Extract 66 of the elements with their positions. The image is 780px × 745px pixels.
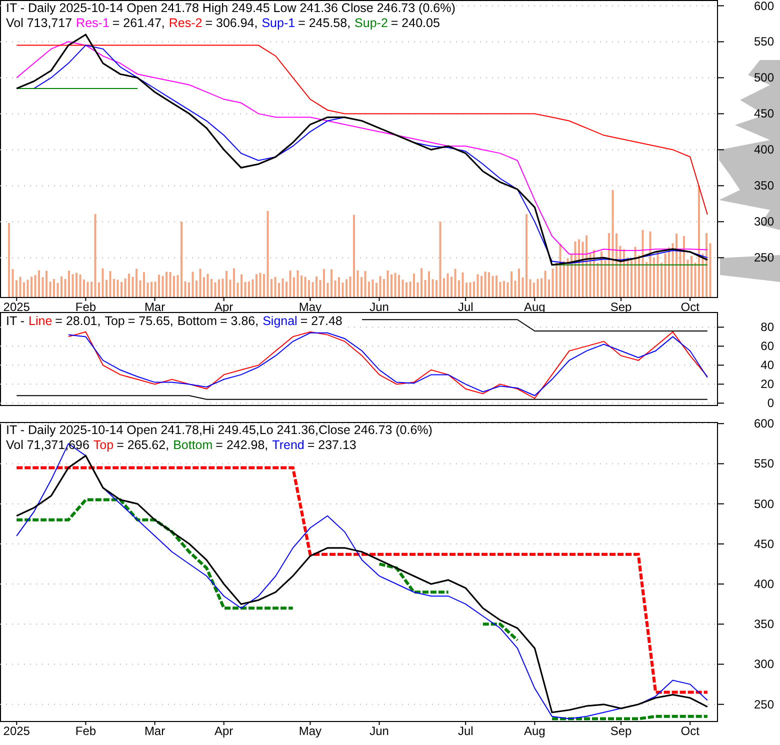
legend-label: Top bbox=[104, 314, 125, 328]
volume-label: Vol 713,717 bbox=[6, 16, 72, 30]
legend-value: = 75.65, bbox=[128, 314, 174, 328]
axis-label: 600 bbox=[754, 0, 774, 13]
axis-label: Apr bbox=[214, 724, 234, 738]
axis-label: 450 bbox=[754, 106, 774, 121]
axis-label: Jun bbox=[370, 300, 389, 314]
axis-label: 60 bbox=[760, 339, 774, 354]
axis-label: Jun bbox=[370, 724, 389, 738]
axis-label: Mar bbox=[144, 724, 166, 738]
axis-label: Aug bbox=[524, 724, 546, 738]
axis-label: 450 bbox=[754, 536, 774, 551]
chart-title: IT - Daily 2025-10-14 Open 241.78,Hi 249.45,Lo 241.36,Close 246.73 (0.6%) bbox=[6, 423, 432, 438]
legend-label: Res-1 bbox=[76, 16, 110, 30]
axis-label: Jul bbox=[458, 300, 474, 314]
axis-label: 0 bbox=[767, 396, 774, 410]
axis-label: 350 bbox=[754, 617, 774, 632]
axis-label: 350 bbox=[754, 178, 774, 193]
legend-value: = 27.48 bbox=[300, 314, 342, 328]
axis-label: 300 bbox=[754, 214, 774, 229]
legend-value: = 237.13 bbox=[307, 438, 356, 452]
legend-value: = 265.62, bbox=[116, 438, 170, 452]
axis-label: Oct bbox=[680, 300, 700, 314]
axis-label: 400 bbox=[754, 142, 774, 157]
axis-label: Feb bbox=[75, 300, 96, 314]
axis-label: Feb bbox=[75, 724, 96, 738]
axis-label: Oct bbox=[680, 724, 700, 738]
axis-label: 2025 bbox=[3, 724, 30, 738]
axis-label: 80 bbox=[760, 320, 774, 334]
axis-label: 20 bbox=[760, 377, 774, 392]
legend-label: Res-2 bbox=[168, 16, 202, 30]
legend-label: Sup-1 bbox=[262, 16, 296, 30]
axis-label: Apr bbox=[214, 300, 234, 314]
legend-value: = 3.86, bbox=[220, 314, 259, 328]
axis-label: Mar bbox=[144, 300, 166, 314]
axis-label: 250 bbox=[754, 697, 774, 712]
legend-value: = 261.47, bbox=[112, 16, 165, 30]
chart-title: IT - Daily 2025-10-14 Open 241.78 High 249.45 Low 241.36 Close 246.73 (0.6%) bbox=[6, 1, 456, 16]
legend-value: = 240.05 bbox=[390, 16, 440, 30]
axis-label: Jul bbox=[458, 724, 474, 738]
chart-title: IT - bbox=[6, 314, 25, 328]
legend-value: = 306.94, bbox=[205, 16, 258, 30]
axis-label: 600 bbox=[754, 416, 774, 431]
legend-label: Top bbox=[93, 438, 114, 452]
axis-label: Sep bbox=[610, 724, 632, 738]
axis-label: Sep bbox=[610, 300, 632, 314]
legend-label: Bottom bbox=[177, 314, 217, 328]
legend-label: Line bbox=[28, 314, 52, 328]
axis-label: 400 bbox=[754, 577, 774, 592]
axis-label: 2025 bbox=[3, 300, 30, 314]
axis-label: 500 bbox=[754, 70, 774, 85]
axis-label: May bbox=[298, 724, 322, 738]
axis-label: 250 bbox=[754, 250, 774, 265]
axis-label: 500 bbox=[754, 496, 774, 511]
legend-label: Signal bbox=[262, 314, 298, 328]
axis-label: 40 bbox=[760, 358, 774, 372]
axis-label: 300 bbox=[754, 657, 774, 672]
legend-value: = 28.01, bbox=[55, 314, 101, 328]
axis-label: 550 bbox=[754, 456, 774, 471]
axis-label: 550 bbox=[754, 34, 774, 49]
legend-label: Sup-2 bbox=[354, 16, 388, 30]
legend-label: Trend bbox=[272, 438, 304, 452]
legend-value: = 245.58, bbox=[298, 16, 351, 30]
legend-label: Bottom bbox=[173, 438, 213, 452]
legend-value: = 242.98, bbox=[216, 438, 268, 452]
axis-label: May bbox=[298, 300, 322, 314]
